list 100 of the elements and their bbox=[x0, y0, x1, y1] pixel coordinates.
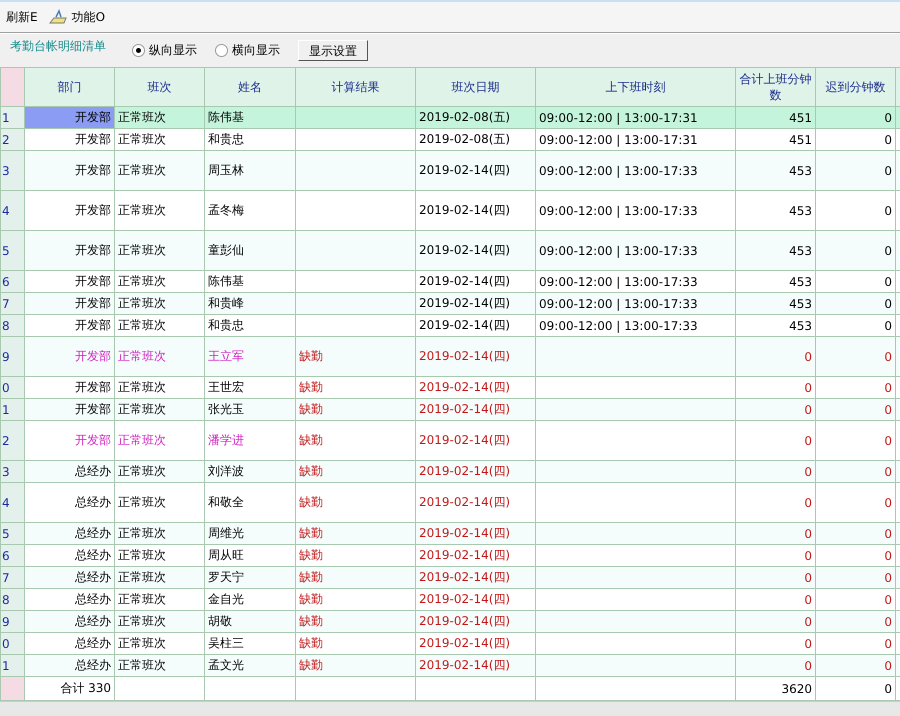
row-number: 1 bbox=[0, 398, 24, 420]
total-count: 合计 330 bbox=[24, 676, 114, 700]
department-cell: 开发部 bbox=[24, 292, 114, 314]
row-number: 3 bbox=[0, 150, 24, 190]
shift-cell: 正常班次 bbox=[114, 376, 204, 398]
orientation-radio[interactable]: 纵向显示 bbox=[132, 42, 197, 59]
date-cell: 2019-02-14(四) bbox=[416, 654, 536, 676]
date-cell: 2019-02-08(五) bbox=[416, 106, 536, 128]
result-cell: 缺勤 bbox=[296, 460, 416, 482]
department-cell: 总经办 bbox=[24, 588, 114, 610]
name-cell: 和贵忠 bbox=[204, 128, 296, 150]
date-cell: 2019-02-14(四) bbox=[416, 376, 536, 398]
minutes-cell: 453 bbox=[736, 190, 816, 230]
column-header[interactable]: 上下班时刻 bbox=[536, 68, 736, 106]
shift-cell: 正常班次 bbox=[114, 588, 204, 610]
minutes-cell: 0 bbox=[736, 460, 816, 482]
result-cell: 缺勤 bbox=[296, 588, 416, 610]
column-header[interactable]: 部门 bbox=[24, 68, 114, 106]
minutes-cell: 0 bbox=[736, 336, 816, 376]
shift-cell: 正常班次 bbox=[114, 398, 204, 420]
minutes-cell: 0 bbox=[736, 610, 816, 632]
name-cell: 潘学进 bbox=[204, 420, 296, 460]
result-cell: 缺勤 bbox=[296, 522, 416, 544]
date-cell: 2019-02-14(四) bbox=[416, 336, 536, 376]
row-number: 7 bbox=[0, 566, 24, 588]
row-number: 0 bbox=[0, 632, 24, 654]
late-cell: 0 bbox=[816, 292, 896, 314]
name-cell: 孟冬梅 bbox=[204, 190, 296, 230]
date-cell: 2019-02-14(四) bbox=[416, 398, 536, 420]
shift-cell: 正常班次 bbox=[114, 270, 204, 292]
row-number-header bbox=[0, 68, 24, 106]
name-cell: 王世宏 bbox=[204, 376, 296, 398]
department-cell: 开发部 bbox=[24, 336, 114, 376]
refresh-button[interactable]: 刷新E bbox=[4, 8, 40, 26]
time-cell: 09:00-12:00 | 13:00-17:33 bbox=[536, 292, 736, 314]
result-cell: 缺勤 bbox=[296, 566, 416, 588]
display-settings-button[interactable]: 显示设置 bbox=[298, 40, 368, 61]
column-header[interactable]: 计算结果 bbox=[296, 68, 416, 106]
department-cell: 开发部 bbox=[24, 128, 114, 150]
department-cell: 总经办 bbox=[24, 460, 114, 482]
department-cell: 总经办 bbox=[24, 610, 114, 632]
column-header[interactable]: 班次 bbox=[114, 68, 204, 106]
shift-cell: 正常班次 bbox=[114, 522, 204, 544]
minutes-cell: 451 bbox=[736, 106, 816, 128]
row-number: 8 bbox=[0, 314, 24, 336]
late-cell: 0 bbox=[816, 230, 896, 270]
minutes-cell: 0 bbox=[736, 522, 816, 544]
department-cell: 开发部 bbox=[24, 398, 114, 420]
row-number: 1 bbox=[0, 106, 24, 128]
late-cell: 0 bbox=[816, 376, 896, 398]
result-cell: 缺勤 bbox=[296, 420, 416, 460]
time-cell: 09:00-12:00 | 13:00-17:33 bbox=[536, 314, 736, 336]
late-cell: 0 bbox=[816, 566, 896, 588]
shift-cell: 正常班次 bbox=[114, 128, 204, 150]
row-number: 0 bbox=[0, 376, 24, 398]
result-cell: 缺勤 bbox=[296, 376, 416, 398]
department-cell: 总经办 bbox=[24, 522, 114, 544]
name-cell: 王立军 bbox=[204, 336, 296, 376]
department-cell: 总经办 bbox=[24, 632, 114, 654]
column-header[interactable]: 姓名 bbox=[204, 68, 296, 106]
row-number: 4 bbox=[0, 190, 24, 230]
department-cell: 开发部 bbox=[24, 376, 114, 398]
result-cell: 缺勤 bbox=[296, 336, 416, 376]
minutes-cell: 0 bbox=[736, 566, 816, 588]
minutes-cell: 0 bbox=[736, 376, 816, 398]
row-number: 6 bbox=[0, 544, 24, 566]
row-number: 3 bbox=[0, 460, 24, 482]
date-cell: 2019-02-14(四) bbox=[416, 270, 536, 292]
shift-cell: 正常班次 bbox=[114, 292, 204, 314]
late-cell: 0 bbox=[816, 544, 896, 566]
column-header[interactable]: 迟到分钟数 bbox=[816, 68, 896, 106]
late-cell: 0 bbox=[816, 420, 896, 460]
shift-cell: 正常班次 bbox=[114, 544, 204, 566]
department-cell: 开发部 bbox=[24, 190, 114, 230]
name-cell: 胡敬 bbox=[204, 610, 296, 632]
name-cell: 金自光 bbox=[204, 588, 296, 610]
late-cell: 0 bbox=[816, 398, 896, 420]
orientation-radio[interactable]: 横向显示 bbox=[215, 42, 280, 59]
name-cell: 陈伟基 bbox=[204, 270, 296, 292]
minutes-cell: 0 bbox=[736, 654, 816, 676]
name-cell: 陈伟基 bbox=[204, 106, 296, 128]
row-number: 8 bbox=[0, 588, 24, 610]
late-cell: 0 bbox=[816, 588, 896, 610]
shift-cell: 正常班次 bbox=[114, 632, 204, 654]
late-cell: 0 bbox=[816, 336, 896, 376]
late-cell: 0 bbox=[816, 654, 896, 676]
row-number: 6 bbox=[0, 270, 24, 292]
date-cell: 2019-02-14(四) bbox=[416, 632, 536, 654]
minutes-cell: 0 bbox=[736, 482, 816, 522]
name-cell: 童彭仙 bbox=[204, 230, 296, 270]
row-number: 2 bbox=[0, 128, 24, 150]
horizontal-scrollbar[interactable] bbox=[0, 701, 900, 716]
time-cell: 09:00-12:00 | 13:00-17:31 bbox=[536, 106, 736, 128]
column-header[interactable]: 合计上班分钟数 bbox=[736, 68, 816, 106]
minutes-cell: 451 bbox=[736, 128, 816, 150]
column-header[interactable]: 班次日期 bbox=[416, 68, 536, 106]
shift-cell: 正常班次 bbox=[114, 566, 204, 588]
date-cell: 2019-02-14(四) bbox=[416, 230, 536, 270]
function-button[interactable]: 功能O bbox=[70, 8, 108, 26]
minutes-cell: 0 bbox=[736, 588, 816, 610]
